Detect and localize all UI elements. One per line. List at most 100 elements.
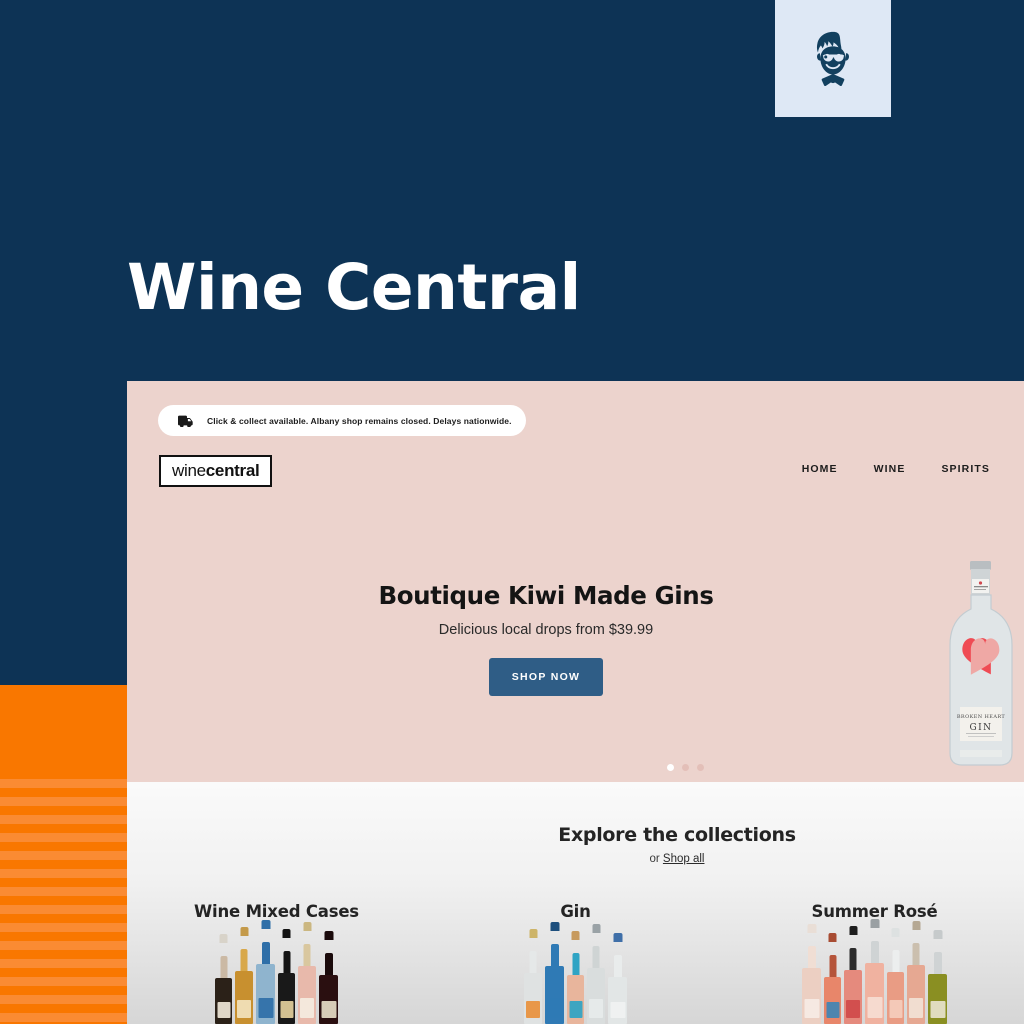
product-bottle xyxy=(256,920,275,1024)
site-header: winecentral HOME WINE SPIRITS xyxy=(127,447,1024,493)
site-logo-light: wine xyxy=(172,461,206,480)
collection-card[interactable]: Wine Mixed Cases xyxy=(127,902,426,1024)
bottle-label xyxy=(930,1001,945,1018)
bottle-label xyxy=(867,997,882,1018)
primary-nav: HOME WINE SPIRITS xyxy=(802,463,990,475)
bottle-cap xyxy=(828,933,837,942)
bottle-label xyxy=(909,998,923,1018)
bottle-label xyxy=(280,1001,293,1018)
bottle-label xyxy=(804,999,819,1018)
bottle-cap xyxy=(912,921,920,930)
bottle-neck xyxy=(550,922,559,966)
site-logo[interactable]: winecentral xyxy=(159,455,273,487)
svg-text:BROKEN HEART: BROKEN HEART xyxy=(957,714,1006,720)
nav-item-wine[interactable]: WINE xyxy=(874,463,906,475)
bottle-label xyxy=(846,1000,860,1018)
collection-bottle-row xyxy=(127,920,426,1024)
carousel-dot-2[interactable] xyxy=(682,764,689,771)
collection-card[interactable]: Gin xyxy=(426,902,725,1024)
bottle-cap xyxy=(613,933,622,942)
bottle-label xyxy=(300,998,314,1018)
delivery-truck-icon xyxy=(178,415,193,427)
bottle-label xyxy=(569,1001,582,1018)
carousel-dot-1[interactable] xyxy=(667,764,674,771)
product-bottle xyxy=(319,931,338,1024)
bottle-cap xyxy=(870,919,879,928)
product-bottle xyxy=(887,928,904,1024)
bottle-cap xyxy=(219,934,228,943)
bottle-neck xyxy=(807,924,816,968)
collections-grid: Wine Mixed Cases Gin Summer Rosé xyxy=(127,902,1024,1024)
bottle-cap xyxy=(529,929,537,938)
shop-all-link[interactable]: Shop all xyxy=(663,853,705,865)
website-mockup: Click & collect available. Albany shop r… xyxy=(127,381,1024,1024)
announcement-bar: Click & collect available. Albany shop r… xyxy=(158,405,526,436)
bottle-neck xyxy=(912,921,920,965)
bottle-neck xyxy=(571,931,580,975)
collection-title: Wine Mixed Cases xyxy=(194,902,359,921)
collections-section: Explore the collections or Shop all Wine… xyxy=(127,782,1024,1024)
hero-title: Boutique Kiwi Made Gins xyxy=(378,581,714,610)
brand-logo-badge xyxy=(775,0,891,117)
bottle-cap xyxy=(807,924,816,933)
bottle-cap xyxy=(261,920,270,929)
product-bottle xyxy=(865,919,884,1024)
bottle-label xyxy=(258,998,273,1018)
product-bottle xyxy=(545,922,564,1024)
nav-item-spirits[interactable]: SPIRITS xyxy=(941,463,990,475)
bottle-cap xyxy=(282,929,291,938)
bottle-neck xyxy=(849,926,857,970)
bottle-neck xyxy=(933,930,942,974)
bottle-label xyxy=(826,1002,839,1018)
bottle-neck xyxy=(529,929,537,973)
hero-content: Boutique Kiwi Made Gins Delicious local … xyxy=(127,581,965,696)
product-bottle xyxy=(844,926,862,1024)
hero-subtitle: Delicious local drops from $39.99 xyxy=(438,622,654,638)
collection-bottle-row xyxy=(426,922,725,1024)
product-bottle xyxy=(235,927,253,1024)
product-bottle xyxy=(802,924,821,1024)
product-bottle xyxy=(298,922,316,1024)
bottle-label xyxy=(237,1000,251,1018)
bottle-neck xyxy=(261,920,270,964)
orange-stripes-pattern xyxy=(0,770,127,1024)
orange-solid-block xyxy=(0,685,127,770)
bottle-cap xyxy=(240,927,248,936)
collection-card[interactable]: Summer Rosé xyxy=(725,902,1024,1024)
orange-stripe-decoration xyxy=(0,685,127,1024)
bottle-label xyxy=(610,1002,625,1018)
branding-canvas: Wine Central Click & collect available. … xyxy=(0,0,1024,1024)
bottle-label xyxy=(547,998,562,1018)
shop-now-button[interactable]: SHOP NOW xyxy=(488,658,604,696)
product-bottle xyxy=(215,934,232,1024)
product-bottle xyxy=(278,929,295,1024)
bottle-neck xyxy=(592,924,600,968)
bottle-cap xyxy=(324,931,333,940)
collections-header: Explore the collections or Shop all xyxy=(127,824,1024,865)
bottle-cap xyxy=(571,931,580,940)
bottle-cap xyxy=(592,924,600,933)
bottle-label xyxy=(321,1001,336,1018)
bottle-neck xyxy=(219,934,228,978)
bottle-cap xyxy=(849,926,857,935)
hero-section: Click & collect available. Albany shop r… xyxy=(127,381,1024,782)
site-logo-bold: central xyxy=(205,461,260,480)
product-bottle xyxy=(928,930,947,1024)
product-bottle xyxy=(524,929,542,1024)
bottle-neck xyxy=(613,933,622,977)
product-bottle xyxy=(608,933,627,1024)
bottle-neck xyxy=(324,931,333,975)
product-bottle xyxy=(907,921,925,1024)
carousel-dot-3[interactable] xyxy=(697,764,704,771)
collections-subtitle: or Shop all xyxy=(127,853,1024,865)
collection-bottle-row xyxy=(725,919,1024,1024)
product-bottle xyxy=(824,933,841,1024)
bottle-label xyxy=(217,1002,230,1018)
nav-item-home[interactable]: HOME xyxy=(802,463,838,475)
bottle-neck xyxy=(240,927,248,971)
bottle-cap xyxy=(891,928,900,937)
collections-sub-prefix: or xyxy=(649,853,663,865)
collection-title: Gin xyxy=(560,902,591,921)
boy-with-glasses-bowtie-icon xyxy=(816,31,849,86)
product-bottle xyxy=(587,924,605,1024)
